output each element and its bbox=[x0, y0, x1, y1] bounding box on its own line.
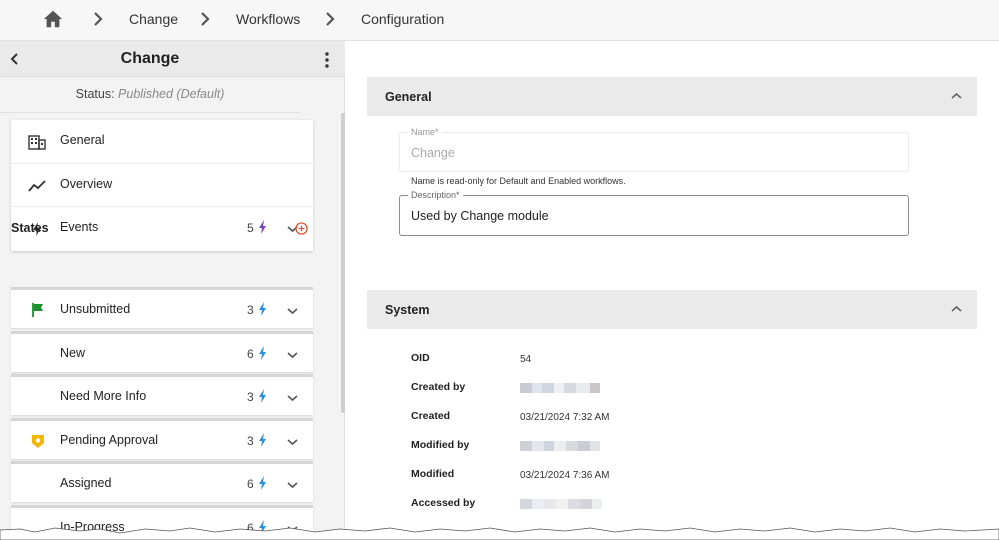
state-item-new[interactable]: New 6 bbox=[11, 331, 313, 372]
sidebar-title: Change bbox=[120, 50, 180, 67]
created-by-label: Created by bbox=[411, 381, 466, 393]
state-label: Pending Approval bbox=[60, 433, 158, 447]
state-label: Need More Info bbox=[60, 389, 147, 403]
bolt-icon bbox=[259, 346, 266, 360]
flag-icon bbox=[32, 303, 43, 317]
more-vert-icon[interactable] bbox=[320, 50, 334, 70]
home-icon[interactable] bbox=[42, 8, 64, 30]
redacted-user bbox=[520, 441, 612, 451]
system-section-header[interactable]: System bbox=[367, 290, 977, 329]
section-title: System bbox=[385, 303, 430, 317]
chevron-up-icon[interactable] bbox=[951, 305, 962, 313]
status-value: Published (Default) bbox=[118, 87, 225, 101]
state-label: New bbox=[60, 346, 86, 360]
state-label: Unsubmitted bbox=[60, 302, 131, 316]
status-label: Status: bbox=[75, 87, 115, 101]
sidebar-item-overview[interactable]: Overview bbox=[11, 164, 313, 208]
sidebar-scrollbar[interactable] bbox=[341, 113, 345, 413]
trend-line-icon bbox=[28, 179, 46, 192]
sidebar-item-label: Events bbox=[60, 220, 99, 235]
chevron-right-icon bbox=[326, 12, 335, 26]
chevron-right-icon bbox=[201, 12, 210, 26]
add-circle-icon[interactable] bbox=[295, 222, 308, 235]
name-input[interactable] bbox=[411, 146, 891, 160]
state-count: 3 bbox=[247, 390, 254, 404]
description-input[interactable] bbox=[411, 209, 891, 223]
general-section-header[interactable]: General bbox=[367, 77, 977, 116]
state-count: 6 bbox=[247, 477, 254, 491]
chevron-down-icon[interactable] bbox=[287, 351, 298, 359]
accessed-by-label: Accessed by bbox=[411, 497, 476, 509]
breadcrumb-change[interactable]: Change bbox=[129, 11, 178, 27]
bolt-icon bbox=[259, 220, 266, 235]
state-count: 6 bbox=[247, 347, 254, 361]
sidebar-nav-card: General Overview Events 5 bbox=[11, 120, 313, 251]
chevron-right-icon bbox=[94, 12, 103, 26]
oid-label: OID bbox=[411, 352, 430, 364]
modified-value: 03/21/2024 7:36 AM bbox=[520, 470, 610, 481]
approval-badge-icon bbox=[32, 435, 44, 448]
sidebar-item-general[interactable]: General bbox=[11, 120, 313, 164]
breadcrumb-configuration[interactable]: Configuration bbox=[361, 11, 444, 27]
name-hint: Name is read-only for Default and Enable… bbox=[411, 176, 626, 186]
created-label: Created bbox=[411, 410, 451, 422]
state-label: Assigned bbox=[60, 476, 112, 490]
states-heading: States bbox=[11, 221, 49, 235]
breadcrumb-bar: Change Workflows Configuration bbox=[0, 0, 999, 41]
section-title: General bbox=[385, 90, 432, 104]
field-label: Name* bbox=[408, 127, 442, 137]
created-value: 03/21/2024 7:32 AM bbox=[520, 412, 610, 423]
state-item-unsubmitted[interactable]: Unsubmitted 3 bbox=[11, 287, 313, 328]
state-item-assigned[interactable]: Assigned 6 bbox=[11, 461, 313, 502]
state-count: 3 bbox=[247, 434, 254, 448]
workflow-status: Status: Published (Default) bbox=[0, 77, 300, 113]
chevron-down-icon[interactable] bbox=[287, 481, 298, 489]
building-icon bbox=[28, 135, 46, 150]
state-item-pending-approval[interactable]: Pending Approval 3 bbox=[11, 418, 313, 459]
sidebar-item-label: General bbox=[60, 133, 105, 147]
bolt-icon bbox=[259, 389, 266, 403]
bolt-icon bbox=[259, 302, 266, 316]
chevron-down-icon[interactable] bbox=[287, 307, 298, 315]
name-field[interactable]: Name* bbox=[399, 127, 909, 172]
modified-label: Modified bbox=[411, 468, 455, 480]
state-item-need-more-info[interactable]: Need More Info 3 bbox=[11, 374, 313, 415]
redacted-user bbox=[520, 383, 612, 393]
bolt-icon bbox=[259, 433, 266, 447]
events-count: 5 bbox=[247, 221, 254, 236]
description-field[interactable]: Description* bbox=[399, 190, 909, 236]
modified-by-label: Modified by bbox=[411, 439, 470, 451]
breadcrumb-workflows[interactable]: Workflows bbox=[236, 11, 300, 27]
state-count: 3 bbox=[247, 303, 254, 317]
field-label: Description* bbox=[408, 190, 463, 200]
sidebar-item-events[interactable]: Events 5 bbox=[11, 207, 313, 251]
bolt-icon bbox=[259, 476, 266, 490]
chevron-down-icon[interactable] bbox=[287, 438, 298, 446]
torn-edge bbox=[0, 527, 999, 540]
sidebar-item-label: Overview bbox=[60, 176, 113, 191]
oid-value: 54 bbox=[520, 354, 532, 365]
sidebar-header: Change bbox=[0, 41, 345, 77]
chevron-up-icon[interactable] bbox=[951, 92, 962, 100]
redacted-user bbox=[520, 499, 612, 509]
chevron-down-icon[interactable] bbox=[287, 394, 298, 402]
